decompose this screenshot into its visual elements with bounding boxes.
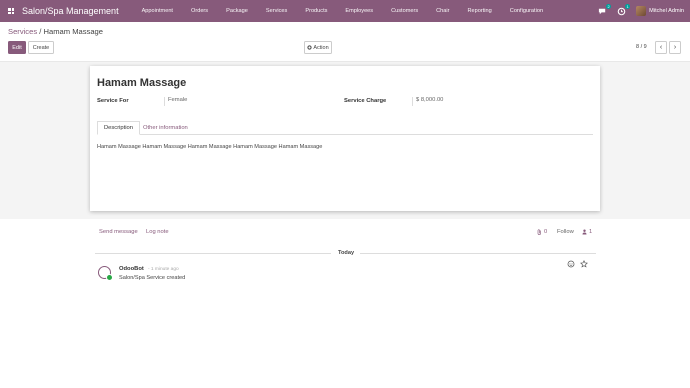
description-text: Hamam Massage Hamam Massage Hamam Massag… [97, 144, 323, 150]
gear-icon [307, 45, 312, 50]
service-charge-label: Service Charge [344, 98, 387, 104]
message-author[interactable]: OdooBot [119, 266, 144, 272]
log-note-button[interactable]: Log note [146, 229, 169, 235]
action-dropdown-button[interactable]: Action [304, 41, 332, 54]
menu-item-products[interactable]: Products [296, 8, 336, 14]
user-name: Mitchel Admin [649, 8, 684, 14]
menu-item-services[interactable]: Services [257, 8, 296, 14]
breadcrumb: Services / Hamam Massage [8, 27, 103, 36]
attachments-button[interactable]: 0 [537, 229, 547, 235]
service-charge-value: $ 8,000.00 [412, 97, 443, 106]
message-body: Salon/Spa Service created [119, 275, 186, 281]
action-label: Action [313, 44, 329, 51]
pager-previous-button[interactable]: ‹ [655, 41, 667, 54]
followers-count: 1 [589, 229, 593, 235]
main-menu: Appointment Orders Package Services Prod… [133, 8, 552, 14]
apps-menu-icon[interactable] [0, 0, 22, 22]
user-icon [582, 229, 587, 235]
breadcrumb-separator: / [39, 27, 42, 36]
user-avatar [636, 6, 647, 16]
odoobot-avatar [98, 266, 113, 281]
form-sheet: Hamam Massage Service For Female Service… [90, 66, 600, 211]
pager-next-button[interactable]: › [669, 41, 681, 54]
add-reaction-icon[interactable] [566, 259, 575, 268]
service-for-label: Service For [97, 98, 129, 104]
user-menu[interactable]: Mitchel Admin [636, 6, 684, 16]
date-separator-line-left [95, 253, 331, 254]
paperclip-icon [537, 229, 541, 235]
activity-clock-icon[interactable]: 1 [617, 3, 631, 16]
edit-button[interactable]: Edit [8, 41, 26, 54]
send-message-button[interactable]: Send message [99, 229, 138, 235]
chat-badge: 2 [605, 3, 612, 9]
breadcrumb-current: Hamam Massage [43, 27, 104, 36]
chat-icon[interactable]: 2 [598, 3, 612, 16]
date-separator-label: Today [338, 250, 355, 256]
menu-item-appointment[interactable]: Appointment [133, 8, 182, 14]
follow-button[interactable]: Follow [557, 229, 574, 235]
service-name-title: Hamam Massage [97, 77, 187, 89]
date-separator-line-right [360, 253, 596, 254]
message-time: - 1 minute ago [148, 267, 179, 272]
menu-item-configuration[interactable]: Configuration [501, 8, 552, 14]
top-navbar: Salon/Spa Management Appointment Orders … [0, 0, 690, 22]
menu-item-customers[interactable]: Customers [382, 8, 427, 14]
menu-item-employees[interactable]: Employees [336, 8, 382, 14]
menu-item-chair[interactable]: Chair [427, 8, 458, 14]
notebook-tabs: Description Other information [97, 121, 593, 135]
systray: 2 1 Mitchel Admin [598, 0, 684, 22]
app-brand[interactable]: Salon/Spa Management [22, 6, 119, 16]
menu-item-package[interactable]: Package [217, 8, 257, 14]
followers-button[interactable]: 1 [582, 229, 592, 235]
menu-item-orders[interactable]: Orders [182, 8, 217, 14]
breadcrumb-services-link[interactable]: Services [8, 27, 37, 36]
create-button[interactable]: Create [28, 41, 54, 54]
tab-description[interactable]: Description [97, 121, 140, 135]
activity-badge: 1 [624, 3, 631, 9]
pager-value[interactable]: 8 / 9 [636, 44, 647, 50]
service-for-value: Female [164, 97, 187, 106]
attachments-count: 0 [544, 229, 548, 235]
tab-other-information[interactable]: Other information [137, 121, 194, 135]
menu-item-reporting[interactable]: Reporting [459, 8, 501, 14]
star-icon[interactable] [579, 259, 588, 268]
